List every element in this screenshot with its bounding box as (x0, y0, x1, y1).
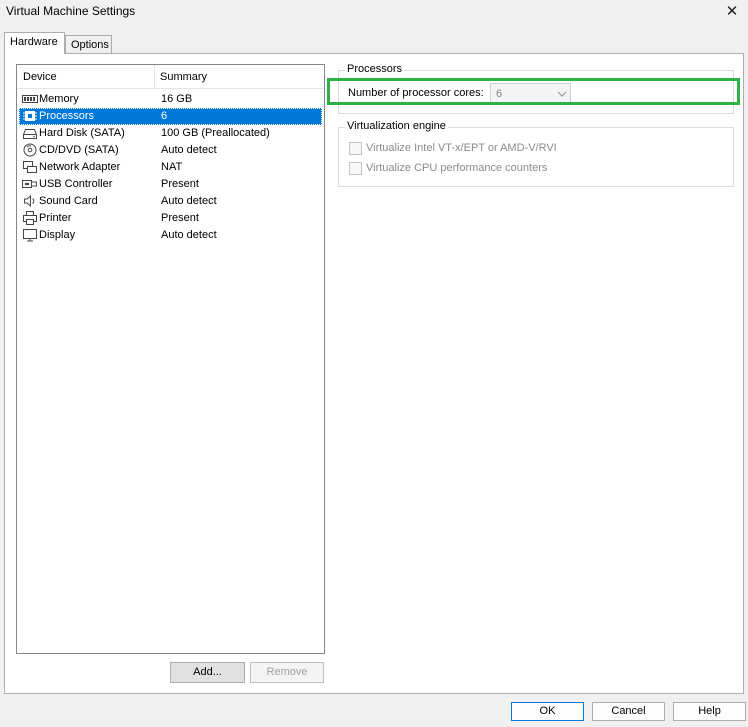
device-summary: 6 (161, 110, 168, 122)
device-row-usb-controller[interactable]: USB Controller Present (19, 176, 322, 193)
device-name: USB Controller (39, 178, 113, 190)
device-summary: Auto detect (161, 144, 217, 156)
device-name: Memory (39, 93, 79, 105)
close-button[interactable]: ✕ (720, 2, 744, 22)
device-list[interactable]: Device Summary Memory 16 GB Processors 6 (16, 64, 325, 654)
device-name: Sound Card (39, 195, 98, 207)
device-row-processors[interactable]: Processors 6 (19, 108, 322, 125)
window-title: Virtual Machine Settings (6, 4, 136, 18)
device-row-cd-dvd[interactable]: CD/DVD (SATA) Auto detect (19, 142, 322, 159)
device-row-network-adapter[interactable]: Network Adapter NAT (19, 159, 322, 176)
speaker-icon (24, 194, 35, 208)
device-summary: Present (161, 178, 199, 190)
device-summary: 100 GB (Preallocated) (161, 127, 270, 139)
device-name: Hard Disk (SATA) (39, 127, 125, 139)
ok-button[interactable]: OK (511, 702, 584, 721)
column-header-device[interactable]: Device (23, 71, 57, 83)
device-row-memory[interactable]: Memory 16 GB (19, 91, 322, 108)
hard-disk-icon (22, 129, 38, 139)
device-summary: Auto detect (161, 195, 217, 207)
usb-icon (22, 180, 37, 188)
highlight-annotation (327, 78, 740, 105)
device-name: Network Adapter (39, 161, 121, 173)
device-row-display[interactable]: Display Auto detect (19, 227, 322, 244)
remove-device-button[interactable]: Remove (250, 662, 324, 683)
device-summary: NAT (161, 161, 183, 173)
processors-group-title: Processors (345, 63, 405, 75)
virtualization-group-title: Virtualization engine (345, 120, 448, 132)
virtualize-vtx-checkbox[interactable] (349, 142, 362, 155)
device-name: Display (39, 229, 76, 241)
cancel-button[interactable]: Cancel (592, 702, 665, 721)
help-button[interactable]: Help (673, 702, 746, 721)
device-summary: Auto detect (161, 229, 217, 241)
add-device-button[interactable]: Add... (170, 662, 245, 683)
virtualize-vtx-label: Virtualize Intel VT-x/EPT or AMD-V/RVI (366, 142, 557, 154)
virtualize-perf-counters-checkbox[interactable] (349, 162, 362, 175)
processor-icon (23, 111, 37, 121)
network-adapter-icon (23, 161, 37, 173)
printer-icon (23, 211, 37, 225)
list-header: Device Summary (17, 65, 324, 89)
device-name: Printer (39, 212, 72, 224)
title-bar: Virtual Machine Settings ✕ (0, 0, 748, 24)
tab-hardware[interactable]: Hardware (4, 32, 65, 54)
virtualization-group: Virtualization engine Virtualize Intel V… (338, 120, 734, 187)
virtualize-perf-counters-label: Virtualize CPU performance counters (366, 162, 548, 174)
cd-dvd-icon (23, 143, 37, 157)
device-summary: Present (161, 212, 199, 224)
column-divider[interactable] (154, 65, 155, 89)
device-summary: 16 GB (161, 93, 193, 105)
memory-icon (22, 95, 38, 103)
monitor-icon (23, 229, 37, 242)
device-name: Processors (39, 110, 95, 122)
device-row-sound-card[interactable]: Sound Card Auto detect (19, 193, 322, 210)
tab-options[interactable]: Options (65, 35, 112, 53)
device-row-hard-disk[interactable]: Hard Disk (SATA) 100 GB (Preallocated) (19, 125, 322, 142)
device-name: CD/DVD (SATA) (39, 144, 119, 156)
hardware-panel: Device Summary Memory 16 GB Processors 6 (4, 53, 744, 694)
column-header-summary[interactable]: Summary (160, 71, 207, 83)
device-row-printer[interactable]: Printer Present (19, 210, 322, 227)
